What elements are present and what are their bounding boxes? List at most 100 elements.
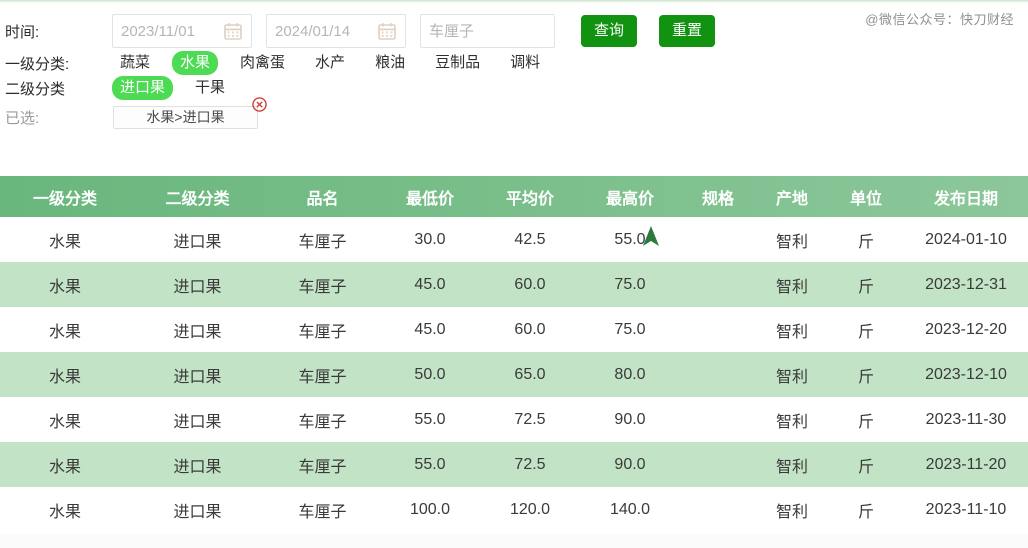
cell-category1: 水果 [48,278,81,296]
cell-date: 2023-12-20 [925,320,1007,338]
cell-category1: 水果 [48,458,81,476]
cell-origin: 智利 [775,278,808,296]
cell-origin: 智利 [775,413,808,431]
date-to-input[interactable]: 2024/01/14 [266,14,406,48]
filter-row-category1: 一级分类: 蔬菜 水果 肉禽蛋 水产 粮油 豆制品 调料 [0,50,1028,76]
category1-chip-tiaoliao[interactable]: 调料 [502,51,548,75]
cell-category2: 进口果 [173,233,222,251]
category1-label: 一级分类: [5,55,70,73]
cell-category2: 进口果 [173,503,222,521]
cell-date: 2023-12-10 [925,365,1007,383]
cell-min-price: 50.0 [414,365,446,383]
cell-product: 车厘子 [298,278,347,296]
cell-min-price: 45.0 [414,320,446,338]
category1-chip-shuichan[interactable]: 水产 [307,51,353,75]
cell-category1: 水果 [48,233,81,251]
selected-token-wrapper: 水果>进口果 [113,96,267,129]
cell-origin: 智利 [775,368,808,386]
category2-chip-ganguo[interactable]: 干果 [187,76,233,100]
table-row[interactable]: 水果 进口果 车厘子 55.0 72.5 90.0 智利 斤 2023-11-30 [0,397,1028,442]
category1-chip-list: 蔬菜 水果 肉禽蛋 水产 粮油 豆制品 调料 [112,51,548,75]
column-header-origin[interactable]: 产地 [756,185,828,209]
category1-chip-liangyou[interactable]: 粮油 [367,51,413,75]
category1-chip-douzhipin[interactable]: 豆制品 [427,51,488,75]
column-header-date[interactable]: 发布日期 [904,185,1028,209]
category2-chip-jinkouguo[interactable]: 进口果 [112,76,174,100]
filter-row-category2: 二级分类 进口果 干果 [0,76,1028,100]
column-header-unit[interactable]: 单位 [828,185,904,209]
cell-product: 车厘子 [298,323,347,341]
cell-category2: 进口果 [173,368,222,386]
cell-date: 2023-11-10 [925,500,1007,518]
filter-row-time: 时间: 2023/11/01 2024/01/14 车厘子 查询 重置 [0,12,1028,50]
cell-avg-price: 120.0 [509,500,551,518]
cell-product: 车厘子 [298,233,347,251]
cell-unit: 斤 [857,413,874,431]
cell-unit: 斤 [857,368,874,386]
close-icon[interactable] [252,96,267,112]
cell-min-price: 45.0 [414,275,446,293]
cell-avg-price: 42.5 [514,230,546,248]
category1-chip-rouqindan[interactable]: 肉禽蛋 [232,51,293,75]
filter-panel: 时间: 2023/11/01 2024/01/14 车厘子 查询 重置 一级分类… [0,6,1028,130]
cell-max-price: 90.0 [614,455,646,473]
date-to-value: 2024/01/14 [275,22,351,40]
cell-min-price: 30.0 [414,230,446,248]
table-header-row: 一级分类 二级分类 品名 最低价 平均价 最高价 规格 产地 单位 发布日期 [0,176,1028,217]
cell-avg-price: 60.0 [514,275,546,293]
cell-date: 2023-12-31 [925,275,1007,293]
reset-button[interactable]: 重置 [659,15,716,47]
table-row[interactable]: 水果 进口果 车厘子 50.0 65.0 80.0 智利 斤 2023-12-10 [0,352,1028,397]
cell-category1: 水果 [48,368,81,386]
calendar-icon[interactable] [377,21,397,41]
keyword-input[interactable]: 车厘子 [420,14,555,48]
cell-max-price: 55.0 [614,230,646,248]
cell-category2: 进口果 [173,278,222,296]
table-row[interactable]: 水果 进口果 车厘子 45.0 60.0 75.0 智利 斤 2023-12-31 [0,262,1028,307]
cell-product: 车厘子 [298,503,347,521]
table-row[interactable]: 水果 进口果 车厘子 30.0 42.5 55.0 智利 斤 2024-01-10 [0,217,1028,262]
column-header-spec[interactable]: 规格 [680,185,756,209]
cell-avg-price: 65.0 [514,365,546,383]
cell-max-price: 80.0 [614,365,646,383]
top-divider [0,0,1028,3]
cell-origin: 智利 [775,323,808,341]
cell-unit: 斤 [857,233,874,251]
column-header-max-price[interactable]: 最高价 [580,185,680,209]
filter-row-selected: 已选: 水果>进口果 [0,96,1028,130]
column-header-category2[interactable]: 二级分类 [130,185,265,209]
cell-product: 车厘子 [298,413,347,431]
table-row[interactable]: 水果 进口果 车厘子 55.0 72.5 90.0 智利 斤 2023-11-20 [0,442,1028,487]
table-body: 水果 进口果 车厘子 30.0 42.5 55.0 智利斤 2024-01-10 水果 进口果 车厘… [0,217,1028,532]
table-row[interactable]: 水果 进口果 车厘子 100.0 120.0 140.0 智利 斤 2023-11-10 [0,487,1028,532]
cell-origin: 智利 [775,458,808,476]
cell-category1: 水果 [48,503,81,521]
cell-origin: 智利 [775,503,808,521]
cell-unit: 斤 [857,503,874,521]
cell-min-price: 55.0 [414,410,446,428]
column-header-product[interactable]: 品名 [265,185,380,209]
keyword-value: 车厘子 [429,22,475,40]
price-query-page: @微信公众号：快刀财经 时间: 2023/11/01 2024/01/14 车厘… [0,0,1028,548]
selected-token[interactable]: 水果>进口果 [113,105,258,129]
date-from-input[interactable]: 2023/11/01 [112,14,252,48]
cell-max-price: 140.0 [609,500,651,518]
table-row[interactable]: 水果 进口果 车厘子 45.0 60.0 75.0 智利 斤 2023-12-20 [0,307,1028,352]
query-button[interactable]: 查询 [581,15,638,47]
cell-category2: 进口果 [173,413,222,431]
calendar-icon[interactable] [223,21,243,41]
cell-category1: 水果 [48,323,81,341]
column-header-category1[interactable]: 一级分类 [0,185,130,209]
cell-avg-price: 60.0 [514,320,546,338]
cell-max-price: 75.0 [614,320,646,338]
cell-origin: 智利 [775,233,808,251]
cell-min-price: 100.0 [409,500,451,518]
cell-product: 车厘子 [298,368,347,386]
category1-chip-shuiguo[interactable]: 水果 [172,51,219,75]
cell-min-price: 55.0 [414,455,446,473]
column-header-avg-price[interactable]: 平均价 [480,185,580,209]
category2-label: 二级分类 [5,80,66,98]
category1-chip-shucai[interactable]: 蔬菜 [112,51,158,75]
column-header-min-price[interactable]: 最低价 [380,185,480,209]
cell-avg-price: 72.5 [514,455,546,473]
